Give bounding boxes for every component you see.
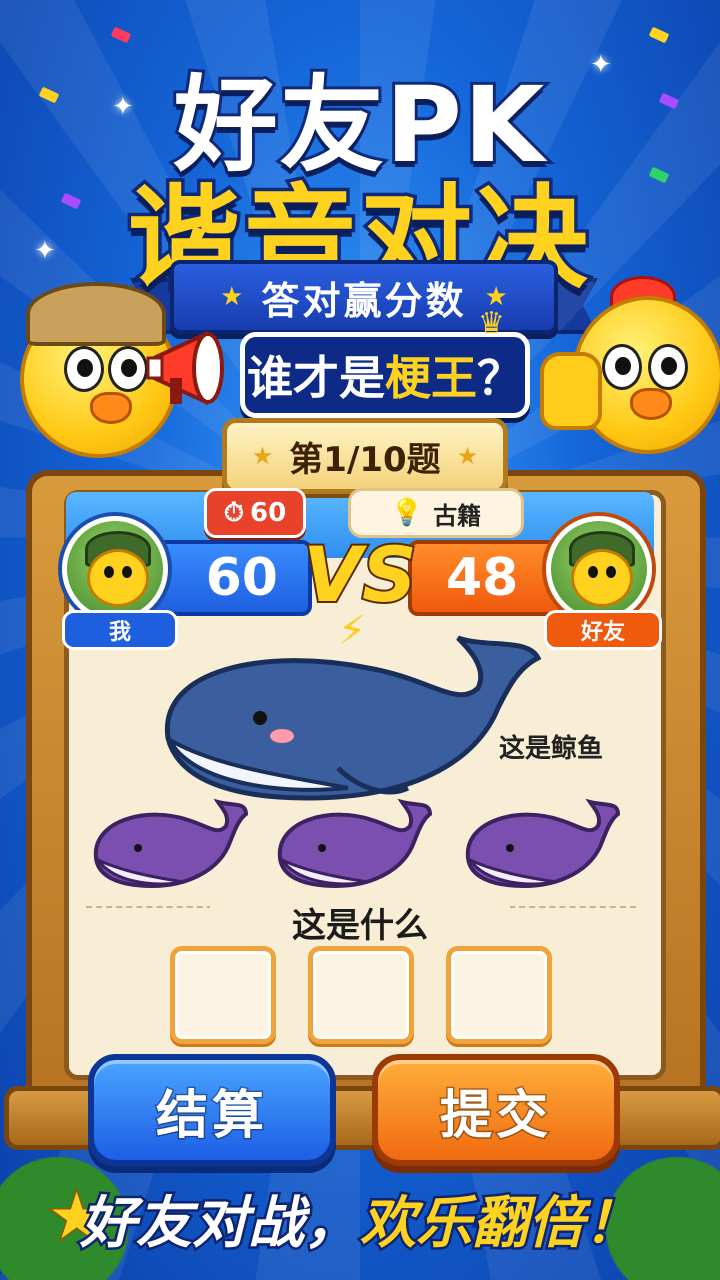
big-whale-image bbox=[164, 635, 542, 801]
subtitle-part3: ？ bbox=[477, 351, 523, 405]
timer-badge: ⏱ 60 bbox=[204, 488, 306, 538]
subtitle: 谁才是 梗王 ？ bbox=[240, 332, 530, 418]
answer-slot-1[interactable] bbox=[170, 946, 276, 1044]
ribbon-text: 答对赢分数 bbox=[261, 278, 467, 323]
small-whale-image bbox=[465, 798, 620, 889]
stopwatch-icon: ⏱ bbox=[223, 497, 245, 528]
safari-hat bbox=[26, 282, 166, 346]
friend-label: 好友 bbox=[544, 610, 662, 650]
friend-avatar bbox=[546, 516, 652, 622]
thumbs-up-icon bbox=[540, 352, 602, 430]
megaphone-icon bbox=[146, 330, 224, 406]
small-whale-image bbox=[93, 798, 248, 889]
question-counter-banner: ★ 第1/10题 ★ bbox=[222, 418, 508, 494]
hint-text: 古籍 bbox=[433, 501, 482, 530]
subtitle-part2: 梗王 bbox=[385, 351, 477, 405]
timer-value: 60 bbox=[250, 498, 287, 528]
slogan-part2: 欢乐翻倍！ bbox=[358, 1188, 643, 1258]
question-counter: 第1/10题 bbox=[289, 439, 441, 480]
answer-slot-3[interactable] bbox=[446, 946, 552, 1044]
question-text: 这是什么 bbox=[210, 898, 510, 947]
small-whale-image bbox=[277, 798, 432, 889]
subtitle-part1: 谁才是 bbox=[247, 351, 385, 405]
crown-icon: ♛ bbox=[478, 306, 505, 341]
my-avatar bbox=[62, 516, 168, 622]
example-caption: 这是鲸鱼 bbox=[498, 734, 603, 764]
star-icon: ★ bbox=[456, 442, 479, 470]
slogan: 好友对战， 欢乐翻倍！ bbox=[60, 1176, 660, 1260]
answer-slot-2[interactable] bbox=[308, 946, 414, 1044]
slogan-part1: 好友对战， bbox=[78, 1188, 363, 1258]
star-icon: ★ bbox=[220, 282, 244, 312]
star-icon: ★ bbox=[251, 442, 274, 470]
